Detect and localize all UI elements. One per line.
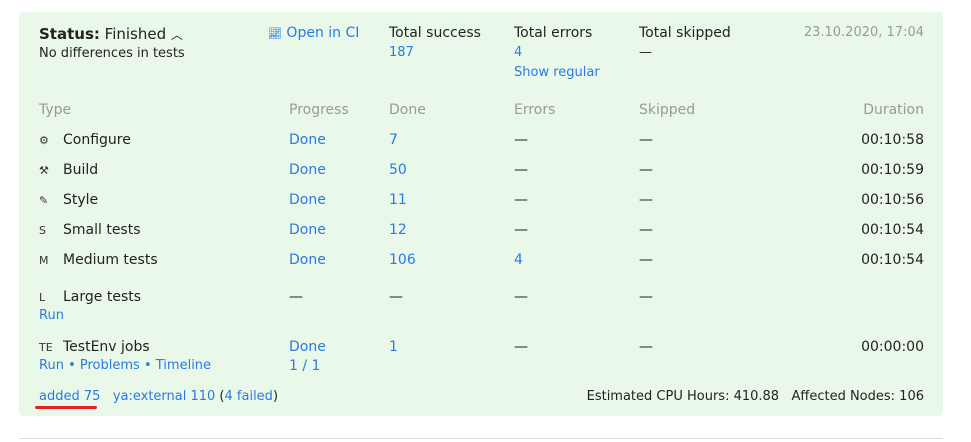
- row-skipped: —: [639, 132, 653, 148]
- col-skipped: Skipped: [639, 102, 696, 118]
- row-icon: ⚒: [39, 164, 49, 177]
- row-icon: ✎: [39, 194, 49, 207]
- total-skipped-value: —: [639, 45, 652, 60]
- added-link[interactable]: added 75: [39, 389, 100, 404]
- total-errors-label: Total errors: [514, 25, 593, 41]
- col-progress: Progress: [289, 102, 349, 118]
- row-done[interactable]: 12: [389, 222, 407, 238]
- footer-links: added 75 ya:external 110 (4 failed): [39, 389, 279, 404]
- row-errors: —: [514, 289, 528, 305]
- affected-nodes: Affected Nodes: 106: [791, 389, 924, 404]
- row-type[interactable]: ✎ Style: [39, 192, 98, 208]
- row-link-problems[interactable]: Problems: [80, 358, 140, 373]
- row-icon: L: [39, 291, 46, 304]
- open-in-ci-label: Open in CI: [286, 25, 360, 41]
- row-errors: —: [514, 192, 528, 208]
- row-name: TestEnv jobs: [63, 339, 150, 355]
- total-success-value[interactable]: 187: [389, 45, 414, 60]
- status-subtitle: No differences in tests: [39, 46, 185, 61]
- row-duration: 00:10:54: [861, 222, 924, 238]
- col-done: Done: [389, 102, 426, 118]
- row-done[interactable]: 11: [389, 192, 407, 208]
- row-link-run[interactable]: Run: [39, 358, 64, 373]
- total-skipped-label: Total skipped: [639, 25, 731, 41]
- row-errors: —: [514, 132, 528, 148]
- col-duration: Duration: [863, 102, 924, 118]
- row-progress[interactable]: Done: [289, 222, 326, 238]
- row-type[interactable]: M Medium tests: [39, 252, 158, 268]
- row-done[interactable]: 7: [389, 132, 398, 148]
- row-done[interactable]: 1: [389, 339, 398, 355]
- divider: [19, 438, 943, 439]
- row-progress[interactable]: Done: [289, 162, 326, 178]
- row-duration: 00:10:58: [861, 132, 924, 148]
- row-icon: ⚙: [39, 134, 49, 147]
- row-duration: 00:10:54: [861, 252, 924, 268]
- row-name: Small tests: [63, 222, 141, 238]
- row-name: Configure: [63, 132, 131, 148]
- row-skipped: —: [639, 289, 653, 305]
- row-link-run[interactable]: Run: [39, 308, 64, 323]
- total-errors-value[interactable]: 4: [514, 45, 522, 60]
- col-errors: Errors: [514, 102, 556, 118]
- cpu-hours: Estimated CPU Hours: 410.88: [586, 389, 780, 404]
- row-type[interactable]: ⚙ Configure: [39, 132, 131, 148]
- row-icon: S: [39, 224, 46, 237]
- row-skipped: —: [639, 252, 653, 268]
- row-progress[interactable]: Done: [289, 192, 326, 208]
- row-type[interactable]: TE TestEnv jobs: [39, 339, 150, 355]
- chevron-up-icon[interactable]: ︿: [171, 28, 183, 42]
- row-progress-count[interactable]: 1 / 1: [289, 358, 320, 374]
- row-duration: 00:10:56: [861, 192, 924, 208]
- row-duration: 00:10:59: [861, 162, 924, 178]
- row-icon: TE: [39, 341, 53, 354]
- row-name: Medium tests: [63, 252, 158, 268]
- row-link-timeline[interactable]: Timeline: [156, 358, 211, 373]
- row-name: Large tests: [63, 289, 142, 305]
- row-progress[interactable]: Done: [289, 252, 326, 268]
- row-progress[interactable]: Done: [289, 339, 326, 355]
- row-type[interactable]: L Large tests: [39, 289, 141, 305]
- show-regular-link[interactable]: Show regular: [514, 65, 600, 80]
- row-skipped: —: [639, 192, 653, 208]
- row-links: Run: [39, 308, 64, 323]
- row-name: Style: [63, 192, 99, 208]
- row-skipped: —: [639, 222, 653, 238]
- row-type[interactable]: S Small tests: [39, 222, 141, 238]
- dot-separator: •: [143, 358, 152, 373]
- row-skipped: —: [639, 162, 653, 178]
- failed-link[interactable]: 4 failed: [225, 389, 273, 404]
- chart-icon: 📈︎: [268, 27, 282, 40]
- status-label: Status:: [39, 25, 100, 43]
- status-title[interactable]: Status: Finished ︿: [39, 25, 183, 43]
- row-type[interactable]: ⚒ Build: [39, 162, 98, 178]
- row-links: Run • Problems • Timeline: [39, 358, 211, 373]
- row-errors[interactable]: 4: [514, 252, 523, 268]
- row-icon: M: [39, 254, 49, 267]
- row-done[interactable]: 106: [389, 252, 416, 268]
- row-errors: —: [514, 162, 528, 178]
- row-duration: 00:00:00: [861, 339, 924, 355]
- row-progress[interactable]: Done: [289, 132, 326, 148]
- dot-separator: •: [68, 358, 76, 373]
- row-done[interactable]: 50: [389, 162, 407, 178]
- row-name: Build: [63, 162, 99, 178]
- row-skipped: —: [639, 339, 653, 355]
- row-errors: —: [514, 222, 528, 238]
- row-done: —: [389, 289, 403, 305]
- status-panel: [19, 12, 943, 416]
- date: 23.10.2020, 17:04: [803, 25, 924, 40]
- external-link[interactable]: ya:external 110: [113, 389, 215, 404]
- footer-stats: Estimated CPU Hours: 410.88 Affected Nod…: [587, 389, 924, 404]
- row-progress: —: [289, 289, 303, 305]
- total-success-label: Total success: [389, 25, 481, 41]
- col-type: Type: [39, 102, 72, 118]
- open-in-ci-link[interactable]: 📈︎ Open in CI: [268, 25, 359, 41]
- status-value: Finished: [104, 25, 167, 43]
- red-underline: [35, 406, 97, 409]
- row-errors: —: [514, 339, 528, 355]
